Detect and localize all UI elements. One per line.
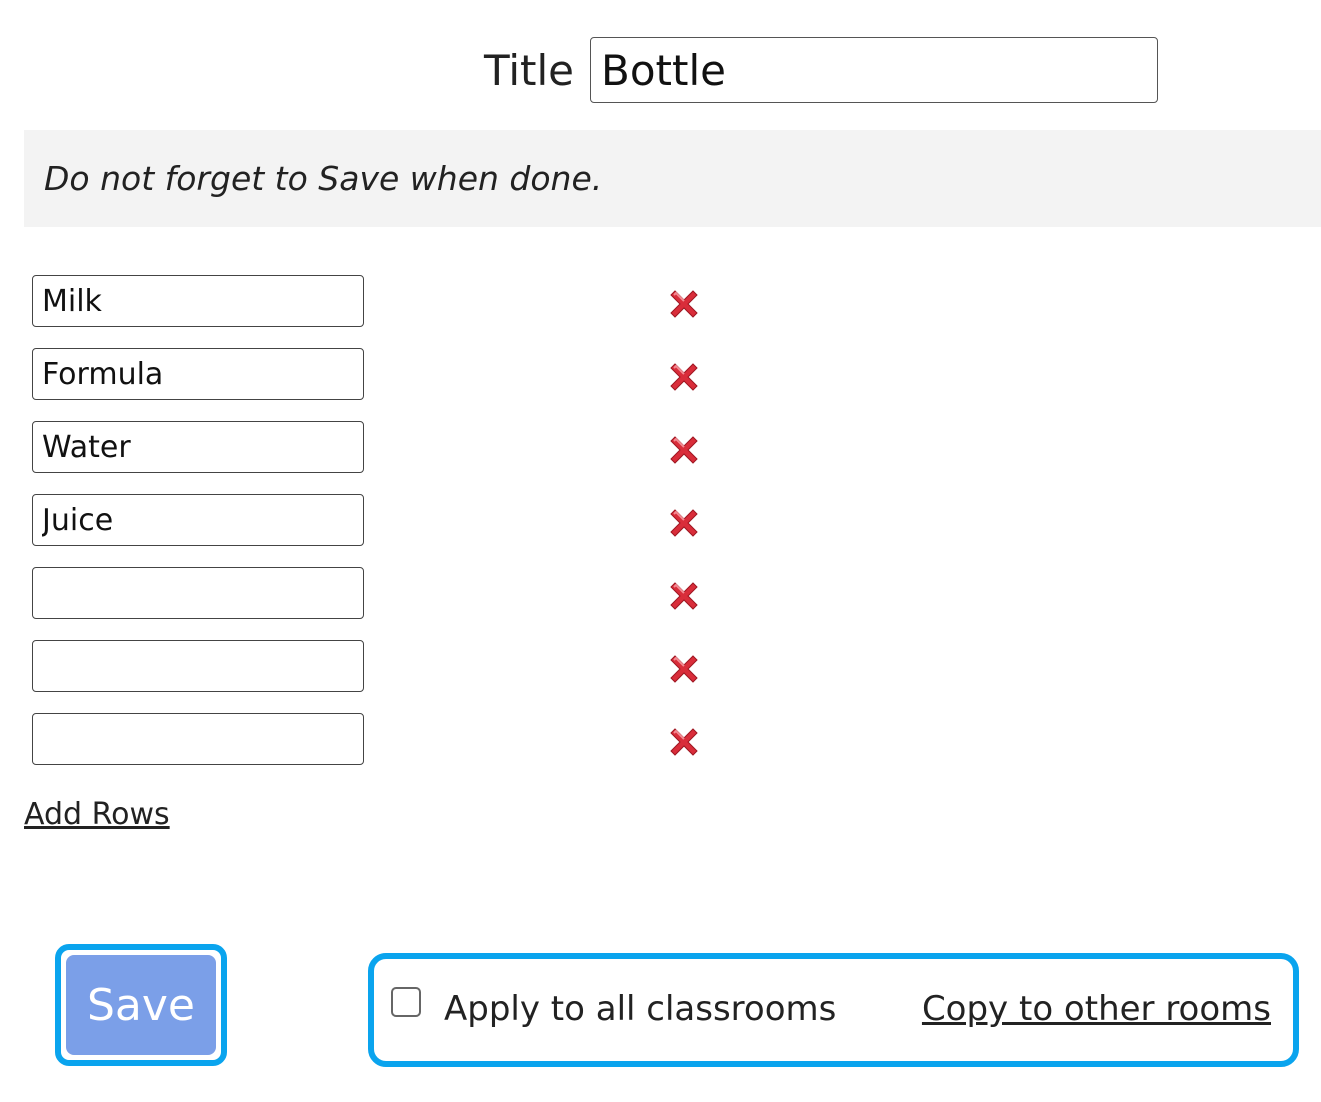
options-panel: Apply to all classrooms Copy to other ro… [368,953,1299,1067]
item-input[interactable] [32,640,364,692]
apply-all-label[interactable]: Apply to all classrooms [444,989,836,1029]
title-label: Title [484,45,575,95]
title-input[interactable] [590,37,1159,103]
save-button[interactable]: Save [66,955,216,1055]
delete-x-icon[interactable] [666,651,702,687]
item-input[interactable] [32,567,364,619]
item-input[interactable] [32,713,364,765]
delete-x-icon[interactable] [666,359,702,395]
save-button-focus-ring: Save [55,944,227,1066]
delete-x-icon[interactable] [666,724,702,760]
save-reminder-text: Do not forget to Save when done. [44,159,603,198]
apply-all-checkbox[interactable] [391,987,421,1017]
title-row: Title [484,37,1159,103]
delete-x-icon[interactable] [666,432,702,468]
item-input[interactable] [32,275,364,327]
save-reminder-banner: Do not forget to Save when done. [24,130,1321,227]
item-input[interactable] [32,421,364,473]
item-input[interactable] [32,348,364,400]
add-rows-link[interactable]: Add Rows [24,797,170,832]
delete-x-icon[interactable] [666,286,702,322]
item-input[interactable] [32,494,364,546]
delete-x-icon[interactable] [666,578,702,614]
delete-x-icon[interactable] [666,505,702,541]
copy-to-other-rooms-link[interactable]: Copy to other rooms [922,989,1271,1029]
